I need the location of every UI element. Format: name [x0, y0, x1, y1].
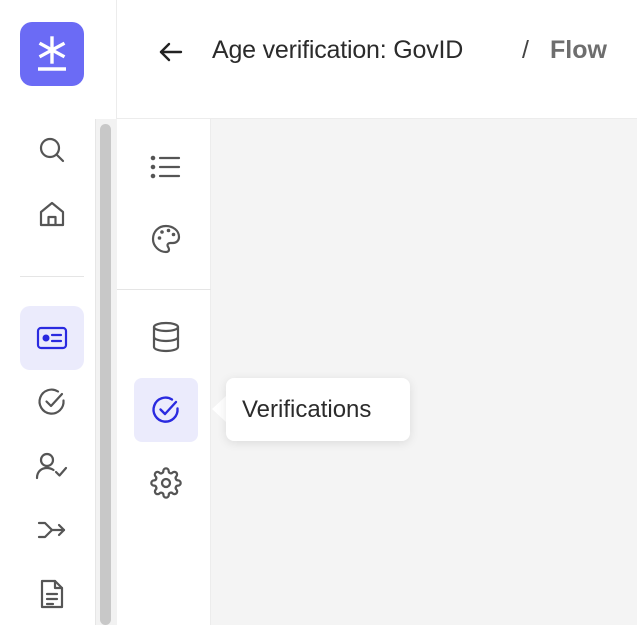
palette-icon [151, 224, 181, 254]
verifications-button[interactable] [134, 378, 198, 442]
secondary-sidebar [117, 119, 211, 625]
tooltip-arrow [212, 396, 226, 422]
tooltip: Verifications [226, 378, 410, 441]
page-header: Age verification: GovID / Flow [117, 0, 637, 119]
search-icon [39, 137, 65, 163]
search-button[interactable] [20, 118, 84, 182]
asterisk-logo-icon [38, 36, 66, 71]
document-icon [40, 579, 64, 609]
theme-button[interactable] [134, 207, 198, 271]
arrow-left-icon [159, 42, 183, 62]
steps-list-button[interactable] [134, 135, 198, 199]
check-circle-icon [38, 388, 65, 415]
check-circle-icon [152, 396, 179, 423]
user-check-icon [35, 452, 68, 480]
data-button[interactable] [134, 305, 198, 369]
workflows-button[interactable] [20, 498, 84, 562]
settings-button[interactable] [134, 451, 198, 515]
home-button[interactable] [20, 182, 84, 246]
list-icon [150, 155, 181, 179]
page-title: Age verification: GovID [212, 36, 464, 64]
id-card-icon [36, 326, 68, 350]
back-button[interactable] [153, 34, 189, 70]
subnav-divider [117, 289, 211, 290]
flow-canvas[interactable] [211, 119, 637, 625]
users-button[interactable] [20, 434, 84, 498]
rail-divider [20, 276, 84, 277]
verifications-rail-button[interactable] [20, 370, 84, 434]
home-icon [39, 201, 65, 227]
gear-icon [150, 467, 182, 499]
database-icon [152, 321, 180, 353]
merge-arrow-icon [37, 521, 66, 539]
breadcrumb-current: Flow [550, 36, 607, 64]
documents-button[interactable] [20, 562, 84, 625]
app-logo[interactable] [20, 22, 84, 86]
app-window: Age verification: GovID / Flow Verificat… [0, 0, 637, 625]
identity-button[interactable] [20, 306, 84, 370]
breadcrumb-separator: / [522, 36, 529, 64]
sidebar-scrollbar-thumb[interactable] [100, 124, 111, 625]
